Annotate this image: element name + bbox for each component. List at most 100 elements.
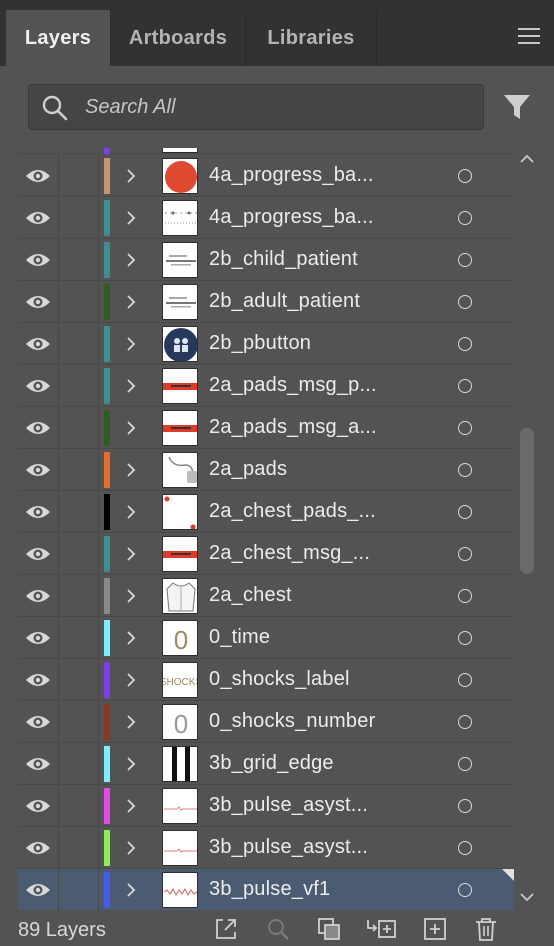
target-circle-icon[interactable] [458, 547, 472, 561]
layer-name[interactable]: 3b_pulse_vf1 [209, 878, 330, 901]
layer-name[interactable]: 3b_pulse_asyst... [209, 836, 368, 859]
eye-icon[interactable] [25, 713, 51, 731]
layer-row[interactable]: 3b_pulse_asyst... [18, 827, 514, 869]
layer-name[interactable]: 3b_grid_edge [209, 752, 334, 775]
layer-row[interactable]: SHOCKS 0_shocks_label [18, 659, 514, 701]
export-icon[interactable] [213, 916, 239, 942]
eye-icon[interactable] [25, 755, 51, 773]
layer-row[interactable]: 2b_child_patient [18, 239, 514, 281]
chevron-right-icon[interactable] [122, 461, 140, 479]
chevron-right-icon[interactable] [122, 167, 140, 185]
eye-icon[interactable] [25, 671, 51, 689]
new-sublayer-icon[interactable] [366, 916, 398, 942]
chevron-right-icon[interactable] [122, 629, 140, 647]
layer-row[interactable]: 3b_pulse_vf1 [18, 869, 514, 910]
chevron-right-icon[interactable] [122, 671, 140, 689]
target-circle-icon[interactable] [458, 799, 472, 813]
layer-row[interactable]: 2a_chest [18, 575, 514, 617]
filter-icon[interactable] [502, 92, 532, 122]
clipping-mask-icon[interactable] [316, 916, 342, 942]
target-circle-icon[interactable] [458, 505, 472, 519]
layer-row[interactable]: 2a_pads_msg_p... [18, 365, 514, 407]
eye-icon[interactable] [25, 839, 51, 857]
eye-icon[interactable] [25, 503, 51, 521]
layer-row[interactable]: 2b_adult_patient [18, 281, 514, 323]
trash-icon[interactable] [473, 916, 499, 942]
scroll-down-arrow-icon[interactable] [518, 890, 536, 904]
target-circle-icon[interactable] [458, 463, 472, 477]
layer-name[interactable]: 2b_child_patient [209, 248, 358, 271]
chevron-right-icon[interactable] [122, 503, 140, 521]
layer-name[interactable]: 2a_chest [209, 584, 292, 607]
tab-layers[interactable]: Layers [6, 10, 110, 66]
new-layer-icon[interactable] [422, 916, 448, 942]
layer-row[interactable]: 2a_pads_msg_a... [18, 407, 514, 449]
layer-name[interactable]: 2a_pads [209, 458, 287, 481]
target-circle-icon[interactable] [458, 589, 472, 603]
target-circle-icon[interactable] [458, 379, 472, 393]
target-circle-icon[interactable] [458, 841, 472, 855]
chevron-right-icon[interactable] [122, 377, 140, 395]
layer-name[interactable]: 0_shocks_label [209, 668, 350, 691]
target-circle-icon[interactable] [458, 631, 472, 645]
chevron-right-icon[interactable] [122, 335, 140, 353]
layer-row[interactable]: 0 0_shocks_number [18, 701, 514, 743]
layer-name[interactable]: 4a_progress_ba... [209, 206, 374, 229]
eye-icon[interactable] [25, 545, 51, 563]
layer-row[interactable]: 2b_pbutton [18, 323, 514, 365]
eye-icon[interactable] [25, 293, 51, 311]
eye-icon[interactable] [25, 209, 51, 227]
eye-icon[interactable] [25, 377, 51, 395]
layer-name[interactable]: 2b_pbutton [209, 332, 311, 355]
tab-libraries[interactable]: Libraries [246, 10, 376, 66]
target-circle-icon[interactable] [458, 211, 472, 225]
eye-icon[interactable] [25, 419, 51, 437]
layer-name[interactable]: 0_shocks_number [209, 710, 375, 733]
chevron-right-icon[interactable] [122, 209, 140, 227]
layer-row[interactable]: 3b_pulse_asyst... [18, 785, 514, 827]
layer-name[interactable]: 3b_pulse_asyst... [209, 794, 368, 817]
target-circle-icon[interactable] [458, 883, 472, 897]
eye-icon[interactable] [25, 881, 51, 899]
target-circle-icon[interactable] [458, 337, 472, 351]
target-circle-icon[interactable] [458, 757, 472, 771]
layer-name[interactable]: 2b_adult_patient [209, 290, 360, 313]
eye-icon[interactable] [25, 335, 51, 353]
scroll-up-arrow-icon[interactable] [518, 152, 536, 166]
eye-icon[interactable] [25, 629, 51, 647]
layer-name[interactable]: 2a_pads_msg_a... [209, 416, 377, 439]
chevron-right-icon[interactable] [122, 419, 140, 437]
layer-name[interactable]: 2a_chest_pads_... [209, 500, 376, 523]
chevron-right-icon[interactable] [122, 545, 140, 563]
chevron-right-icon[interactable] [122, 797, 140, 815]
chevron-right-icon[interactable] [122, 251, 140, 269]
layer-row[interactable]: 4a_progress_ba... [18, 197, 514, 239]
target-circle-icon[interactable] [458, 673, 472, 687]
search-box[interactable] [28, 84, 484, 130]
scrollbar-thumb[interactable] [520, 428, 534, 574]
target-circle-icon[interactable] [458, 169, 472, 183]
layer-row[interactable]: 2a_chest_pads_... [18, 491, 514, 533]
chevron-right-icon[interactable] [122, 713, 140, 731]
eye-icon[interactable] [25, 461, 51, 479]
layer-name[interactable]: 2a_chest_msg_... [209, 542, 370, 565]
chevron-right-icon[interactable] [122, 293, 140, 311]
eye-icon[interactable] [25, 587, 51, 605]
layers-list[interactable]: 4a_progress_ba... 4a_progress_ba... 2b_chi… [18, 148, 514, 910]
layer-row[interactable]: 0 0_time [18, 617, 514, 659]
chevron-right-icon[interactable] [122, 755, 140, 773]
layer-row[interactable]: 3b_grid_edge [18, 743, 514, 785]
layer-name[interactable]: 4a_progress_ba... [209, 164, 374, 187]
hamburger-menu-icon[interactable] [518, 28, 540, 44]
target-circle-icon[interactable] [458, 421, 472, 435]
eye-icon[interactable] [25, 167, 51, 185]
layer-row[interactable]: 4a_progress_ba... [18, 155, 514, 197]
target-circle-icon[interactable] [458, 295, 472, 309]
layer-name[interactable]: 0_time [209, 626, 270, 649]
search-input[interactable] [85, 91, 465, 123]
chevron-right-icon[interactable] [122, 881, 140, 899]
layer-row[interactable]: 2a_chest_msg_... [18, 533, 514, 575]
layer-row[interactable]: 2a_pads [18, 449, 514, 491]
eye-icon[interactable] [25, 797, 51, 815]
chevron-right-icon[interactable] [122, 839, 140, 857]
